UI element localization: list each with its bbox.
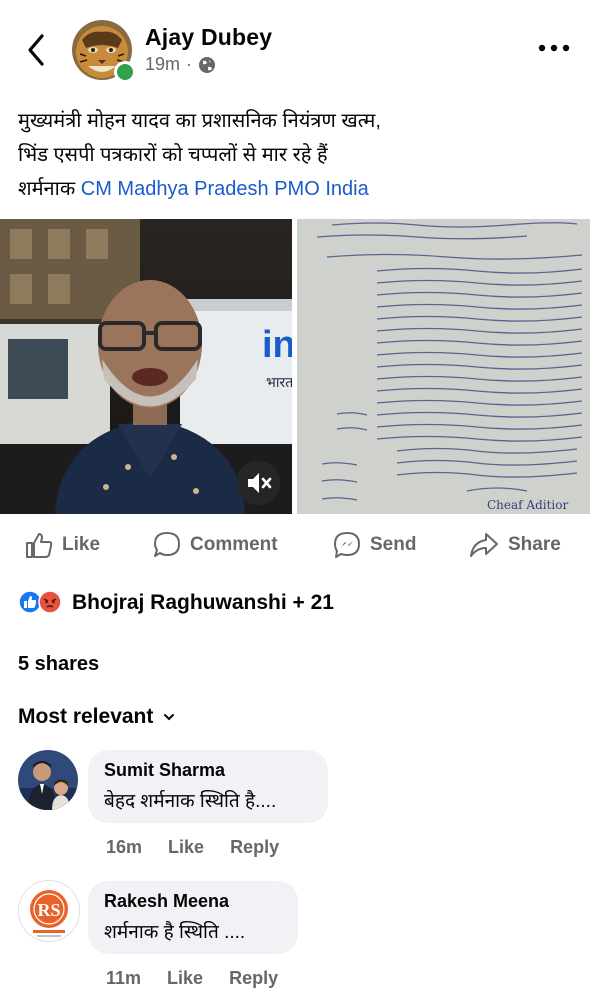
commenter-name[interactable]: Rakesh Meena xyxy=(104,891,282,912)
comment-avatar[interactable]: RS xyxy=(18,880,80,942)
send-label: Send xyxy=(370,534,417,555)
svg-text:RS: RS xyxy=(37,900,60,920)
comment-like-link[interactable]: Like xyxy=(167,968,203,989)
shares-count[interactable]: 5 shares xyxy=(18,653,99,676)
comment-sort-dropdown[interactable]: Most relevant xyxy=(18,705,175,729)
comment-bubble[interactable]: Sumit Sharma बेहद शर्मनाक स्थिति है.... xyxy=(88,750,328,823)
video-logo-text: in xyxy=(262,324,292,366)
angry-reaction-icon xyxy=(38,590,62,614)
reaction-names[interactable]: Bhojraj Raghuwanshi + 21 xyxy=(72,591,334,615)
online-status-dot xyxy=(114,61,136,83)
commenter-logo: RS xyxy=(19,881,79,941)
comment-avatar[interactable] xyxy=(18,750,78,810)
comment-icon xyxy=(154,532,180,557)
commenter-photo xyxy=(18,750,78,810)
author-name[interactable]: Ajay Dubey xyxy=(145,24,272,51)
more-options-icon[interactable] xyxy=(536,38,572,58)
post-meta: 19m · xyxy=(145,54,216,75)
sort-label: Most relevant xyxy=(18,705,154,728)
comment-text: शर्मनाक है स्थिति .... xyxy=(104,922,246,943)
post-text-prefix: शर्मनाक xyxy=(18,178,81,200)
messenger-icon xyxy=(334,532,360,558)
share-arrow-icon xyxy=(470,533,498,557)
back-arrow-icon[interactable] xyxy=(22,30,50,70)
post-text-line-3: शर्मनाक CM Madhya Pradesh PMO India xyxy=(18,172,578,206)
like-button[interactable]: Like xyxy=(24,530,100,560)
comment-button[interactable]: Comment xyxy=(152,530,278,560)
letter-photo[interactable]: Cheaf Aditior xyxy=(297,219,590,514)
comment-reply-link[interactable]: Reply xyxy=(229,968,278,989)
handwritten-letter-image: Cheaf Aditior xyxy=(297,219,590,514)
post-text-line-1: मुख्यमंत्री मोहन यादव का प्रशासनिक नियंत… xyxy=(18,110,381,132)
comment-text: बेहद शर्मनाक स्थिति है.... xyxy=(104,791,277,812)
tag-pmo-india[interactable]: PMO India xyxy=(274,178,368,200)
post-time[interactable]: 19m xyxy=(145,54,180,75)
video-logo-subtext: भारत xyxy=(266,375,292,391)
like-label: Like xyxy=(62,534,101,555)
mute-button[interactable] xyxy=(236,461,280,505)
share-button[interactable]: Share xyxy=(468,530,561,560)
commenter-name[interactable]: Sumit Sharma xyxy=(104,760,312,781)
globe-icon xyxy=(199,56,216,73)
thumbs-up-icon xyxy=(26,533,53,558)
comment-meta: 16m Like Reply xyxy=(106,837,279,858)
send-button[interactable]: Send xyxy=(332,530,416,560)
comment-bubble[interactable]: Rakesh Meena शर्मनाक है स्थिति .... xyxy=(88,881,298,954)
comment-time[interactable]: 11m xyxy=(106,968,141,989)
comment-like-link[interactable]: Like xyxy=(168,837,204,858)
mute-icon xyxy=(248,473,272,493)
comment-time[interactable]: 16m xyxy=(106,837,142,858)
comment-reply-link[interactable]: Reply xyxy=(230,837,279,858)
comment-meta: 11m Like Reply xyxy=(106,968,278,989)
meta-separator: · xyxy=(186,54,193,74)
share-label: Share xyxy=(508,534,561,555)
post-text-line-2: भिंड एसपी पत्रकारों को चप्पलों से मार रह… xyxy=(18,144,328,166)
tag-cm-mp[interactable]: CM Madhya Pradesh xyxy=(81,178,269,200)
reaction-icons[interactable] xyxy=(18,590,62,614)
letter-signature-label: Cheaf Aditior xyxy=(487,498,568,512)
chevron-down-icon xyxy=(164,714,175,721)
comment-label: Comment xyxy=(190,534,278,555)
